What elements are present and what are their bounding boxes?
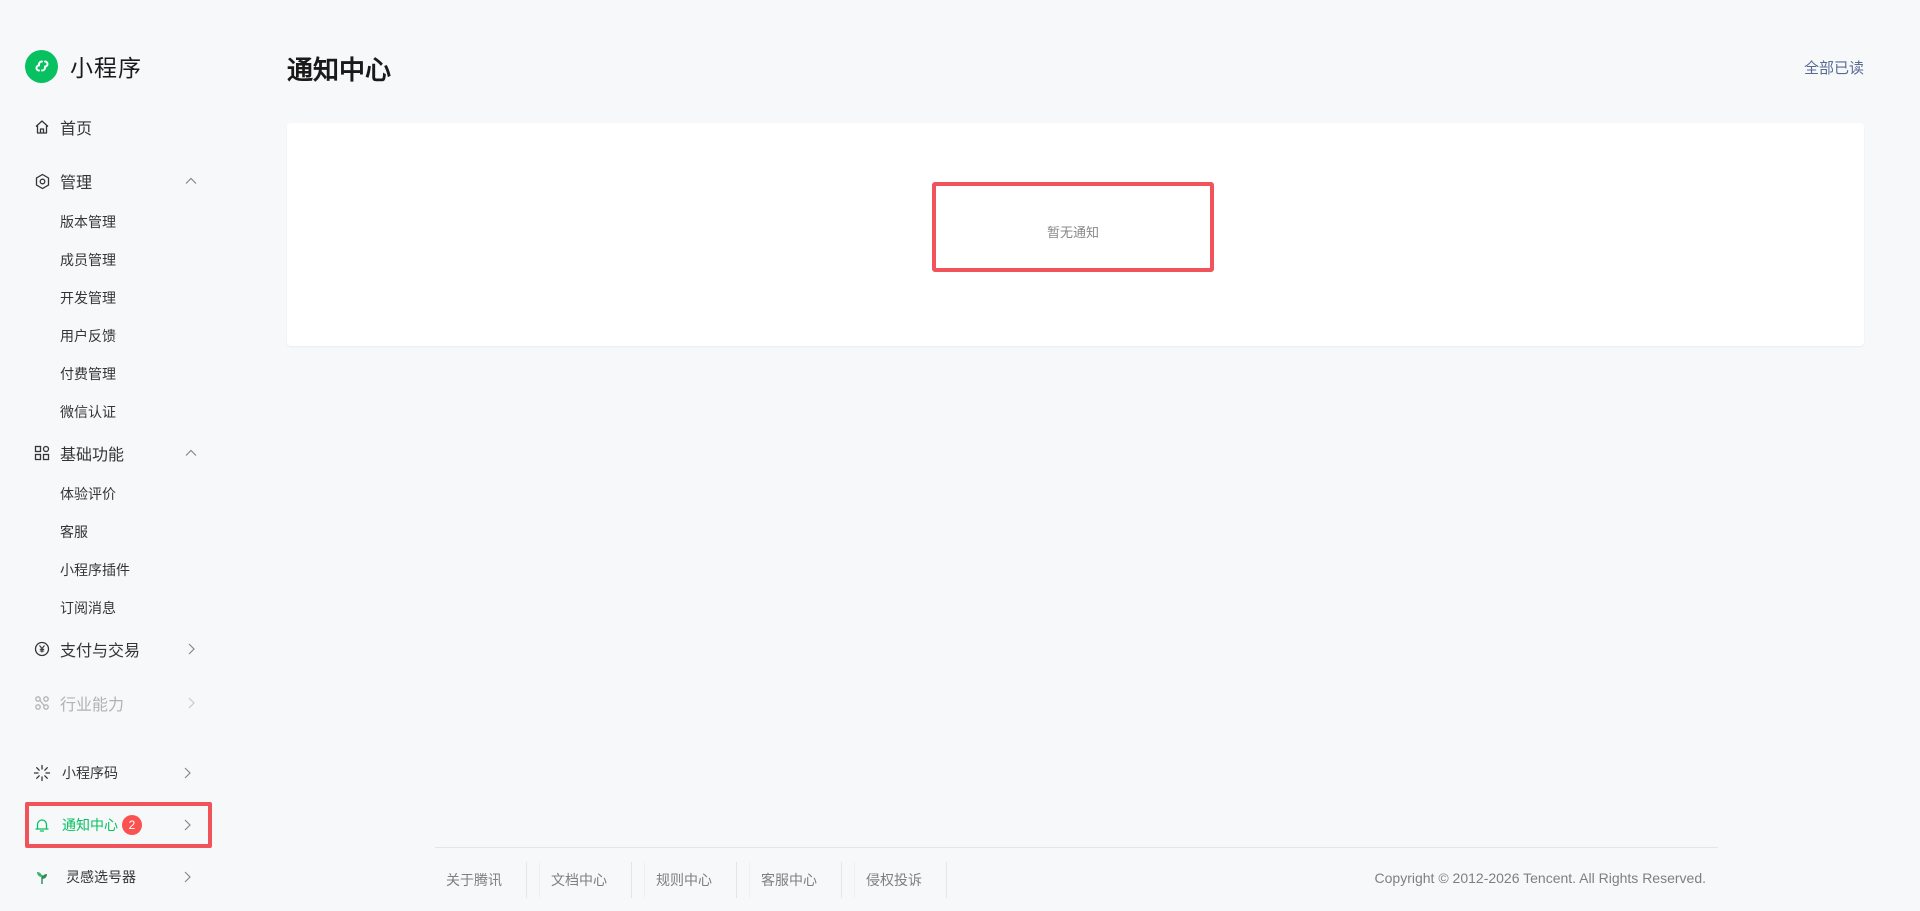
sun-burst-icon xyxy=(33,764,51,782)
bell-icon xyxy=(33,816,51,834)
chevron-right-icon xyxy=(184,642,198,656)
sidebar-item-inspiration[interactable]: 灵感选号器 xyxy=(0,864,230,890)
sidebar-subitem-customer-service[interactable]: 客服 xyxy=(60,522,88,542)
notification-badge: 2 xyxy=(122,815,142,835)
sidebar-group-label: 基础功能 xyxy=(60,447,125,464)
chevron-right-icon xyxy=(180,766,194,780)
sidebar-item-label: 小程序码 xyxy=(62,765,118,781)
sidebar-group-manage[interactable]: 管理 xyxy=(0,168,230,194)
sidebar: 小程序 首页 管理 版本管理 成员管理 开发管理 用户反馈 付费管理 微信认证 … xyxy=(0,0,230,911)
sidebar-subitem-members[interactable]: 成员管理 xyxy=(60,250,116,270)
nodes-icon xyxy=(33,694,51,712)
footer-divider xyxy=(435,847,1718,848)
home-icon xyxy=(33,118,51,136)
sidebar-item-industry[interactable]: 行业能力 xyxy=(0,690,230,716)
sidebar-item-label: 灵感选号器 xyxy=(66,869,136,885)
sidebar-subitem-verification[interactable]: 微信认证 xyxy=(60,402,116,422)
hexagon-settings-icon xyxy=(33,172,51,190)
sidebar-item-label: 行业能力 xyxy=(60,697,125,714)
sidebar-item-notifications[interactable]: 通知中心 2 xyxy=(0,812,230,838)
empty-state: 暂无通知 xyxy=(932,182,1214,272)
sidebar-item-label: 首页 xyxy=(60,121,93,138)
footer-link-rules[interactable]: 规则中心 xyxy=(644,862,737,898)
mini-program-logo-icon xyxy=(25,49,58,83)
chevron-right-icon xyxy=(180,870,194,884)
mark-all-read-link[interactable]: 全部已读 xyxy=(1804,57,1864,78)
brand[interactable]: 小程序 xyxy=(25,49,142,83)
sidebar-item-payment[interactable]: 支付与交易 xyxy=(0,636,230,662)
sidebar-subitem-experience[interactable]: 体验评价 xyxy=(60,484,116,504)
sidebar-subitem-subscription[interactable]: 订阅消息 xyxy=(60,598,116,618)
chevron-right-icon xyxy=(184,696,198,710)
page-title: 通知中心 xyxy=(287,55,392,85)
sidebar-item-home[interactable]: 首页 xyxy=(0,114,230,140)
chevron-right-icon xyxy=(180,818,194,832)
sidebar-subitem-billing[interactable]: 付费管理 xyxy=(60,364,116,384)
sidebar-group-basic[interactable]: 基础功能 xyxy=(0,440,230,466)
grid-icon xyxy=(33,444,51,462)
sidebar-subitem-development[interactable]: 开发管理 xyxy=(60,288,116,308)
brand-name: 小程序 xyxy=(70,55,142,81)
sidebar-item-qrcode[interactable]: 小程序码 xyxy=(0,760,230,786)
sidebar-subitem-plugins[interactable]: 小程序插件 xyxy=(60,560,130,580)
chevron-up-icon xyxy=(184,174,198,188)
footer-links: 关于腾讯 文档中心 规则中心 客服中心 侵权投诉 xyxy=(435,862,947,898)
footer-link-support[interactable]: 客服中心 xyxy=(749,862,842,898)
sidebar-item-label: 支付与交易 xyxy=(60,643,141,660)
empty-state-text: 暂无通知 xyxy=(1046,224,1099,240)
sidebar-group-label: 管理 xyxy=(60,175,93,192)
sidebar-subitem-feedback[interactable]: 用户反馈 xyxy=(60,326,116,346)
copyright: Copyright © 2012-2026 Tencent. All Right… xyxy=(1374,870,1706,886)
sidebar-subitem-version[interactable]: 版本管理 xyxy=(60,212,116,232)
sidebar-item-label: 通知中心 xyxy=(62,817,118,833)
footer-link-infringement[interactable]: 侵权投诉 xyxy=(854,862,947,898)
chevron-up-icon xyxy=(184,446,198,460)
yuan-icon xyxy=(33,640,51,658)
sprout-icon xyxy=(33,868,51,886)
footer-link-docs[interactable]: 文档中心 xyxy=(539,862,632,898)
footer-link-about[interactable]: 关于腾讯 xyxy=(435,862,527,898)
